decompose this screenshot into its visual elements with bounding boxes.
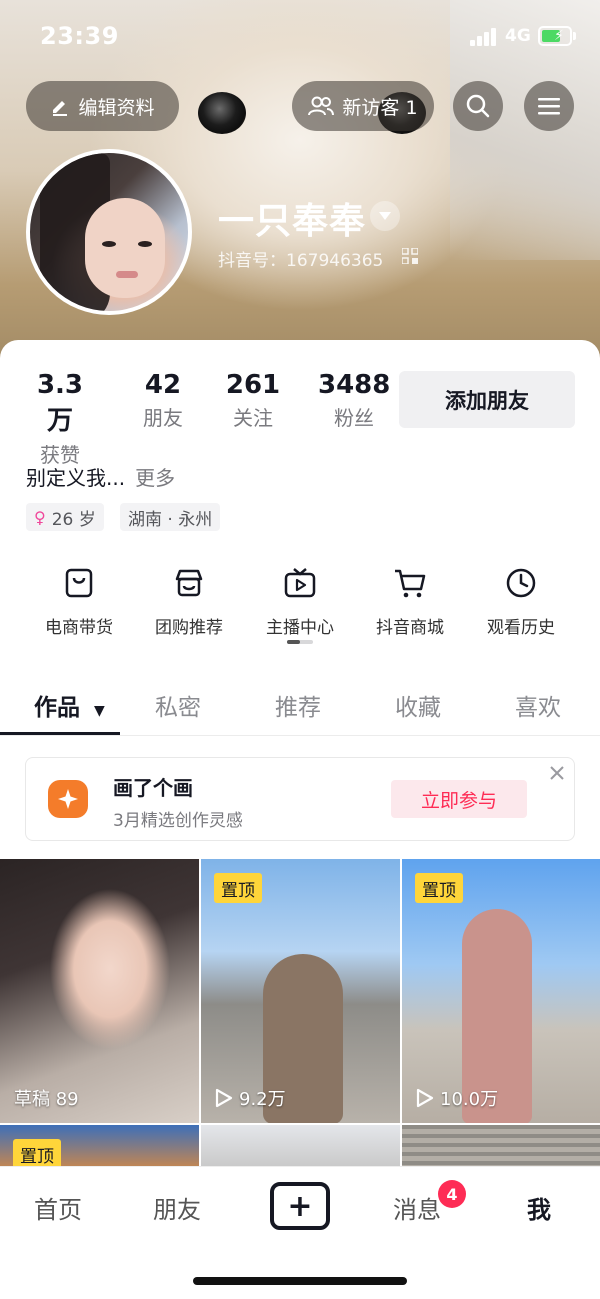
douyin-id: 抖音号：167946365 — [218, 251, 384, 271]
stat-friends[interactable]: 42 朋友 — [133, 370, 193, 431]
content-tabs: 作品 ▼ 私密 推荐 收藏 喜欢 — [0, 678, 600, 736]
promo-title: 画了个画 — [113, 776, 193, 800]
stat-likes[interactable]: 3.3万 获赞 — [24, 370, 96, 468]
draft-label: 草稿 89 — [14, 1089, 79, 1110]
battery-tip — [573, 32, 576, 40]
search-button[interactable] — [453, 81, 503, 131]
messages-badge: 4 — [438, 1180, 466, 1208]
nav-me[interactable]: 我 — [527, 1190, 551, 1225]
bag-icon — [65, 568, 93, 598]
service-watch-history[interactable]: 观看历史 — [466, 565, 576, 638]
video-thumbnail[interactable]: 草稿 89 — [0, 859, 199, 1123]
profile-name: 一只奉奉 — [218, 201, 367, 242]
video-thumbnail[interactable]: 置顶 10.0万 — [402, 859, 600, 1123]
location-text: 湖南 · 永州 — [128, 509, 213, 530]
video-thumbnail[interactable]: 置顶 9.2万 — [201, 859, 400, 1123]
tab-favorites[interactable]: 收藏 — [395, 688, 441, 722]
create-button[interactable]: + — [270, 1182, 330, 1230]
caret-down-icon: ▼ — [94, 703, 105, 719]
edit-profile-label: 编辑资料 — [78, 96, 155, 119]
service-label: 主播中心 — [266, 618, 334, 638]
video-thumbnail[interactable]: 置顶 — [0, 1125, 199, 1167]
join-now-button[interactable]: 立即参与 — [391, 780, 527, 818]
play-count: 10.0万 — [416, 1085, 498, 1111]
tab-likes[interactable]: 喜欢 — [515, 688, 561, 722]
visitors-icon — [308, 96, 335, 116]
pinned-badge: 置顶 — [214, 873, 262, 903]
new-visitors-button[interactable]: 新访客 1 — [292, 81, 434, 131]
tab-recommend[interactable]: 推荐 — [275, 688, 321, 722]
tab-private[interactable]: 私密 — [155, 688, 201, 722]
video-thumbnail[interactable] — [201, 1125, 400, 1167]
nav-friends[interactable]: 朋友 — [153, 1190, 201, 1225]
stat-value: 3488 — [318, 370, 391, 400]
stat-followers[interactable]: 3488 粉丝 — [318, 370, 390, 431]
pinned-badge: 置顶 — [415, 873, 463, 903]
close-icon[interactable] — [548, 764, 566, 782]
services-page-indicator — [287, 640, 313, 644]
stat-label: 朋友 — [143, 406, 183, 430]
home-indicator — [193, 1277, 407, 1285]
cart-icon — [395, 569, 426, 598]
service-label: 抖音商城 — [376, 618, 444, 638]
avatar[interactable] — [26, 149, 192, 315]
plus-icon: + — [287, 1188, 313, 1224]
stat-value: 3.3万 — [36, 370, 84, 436]
promo-subtitle: 3月精选创作灵感 — [113, 811, 243, 831]
stat-label: 粉丝 — [334, 406, 374, 430]
bio-more-link[interactable]: 更多 — [135, 466, 175, 490]
service-label: 观看历史 — [487, 618, 555, 638]
age-text: 26 岁 — [51, 509, 96, 530]
pinned-badge: 置顶 — [13, 1139, 61, 1167]
pencil-icon — [53, 101, 68, 116]
qr-code-icon[interactable] — [402, 248, 418, 264]
service-label: 电商带货 — [45, 618, 113, 638]
tv-icon — [284, 568, 316, 598]
stat-following[interactable]: 261 关注 — [223, 370, 283, 431]
tab-label: 作品 — [34, 695, 80, 721]
play-icon — [215, 1088, 233, 1108]
clock-icon — [506, 568, 536, 598]
new-visitors-label: 新访客 1 — [342, 96, 418, 119]
account-switch-button[interactable] — [370, 201, 400, 231]
battery-icon: ⚡ — [538, 26, 572, 46]
female-icon: ♀ — [34, 507, 46, 527]
sparkle-icon — [58, 789, 78, 809]
signal-icon — [470, 28, 498, 46]
bio[interactable]: 别定义我... 更多 — [26, 462, 175, 491]
location-tag: 湖南 · 永州 — [120, 503, 221, 531]
tab-works[interactable]: 作品 ▼ — [34, 688, 105, 722]
cover-dog-eye-left — [198, 92, 246, 134]
service-douyin-mall[interactable]: 抖音商城 — [355, 565, 465, 638]
active-tab-indicator — [0, 732, 120, 735]
menu-icon — [538, 98, 560, 115]
age-tag: ♀ 26 岁 — [26, 503, 104, 531]
add-friend-button[interactable]: 添加朋友 — [399, 371, 575, 428]
stat-value: 261 — [225, 370, 281, 400]
chevron-down-icon — [379, 212, 391, 220]
bio-text: 别定义我... — [26, 466, 126, 490]
promo-icon — [48, 780, 88, 818]
nav-messages[interactable]: 消息 — [393, 1190, 441, 1225]
play-count: 9.2万 — [215, 1085, 286, 1111]
service-group-buy[interactable]: 团购推荐 — [134, 565, 244, 638]
stat-label: 关注 — [233, 406, 273, 430]
service-streamer-center[interactable]: 主播中心 — [245, 565, 355, 638]
edit-profile-button[interactable]: 编辑资料 — [26, 81, 179, 131]
stat-value: 42 — [144, 370, 182, 400]
shop-icon — [175, 569, 203, 597]
service-label: 团购推荐 — [155, 618, 223, 638]
promo-card[interactable]: 画了个画 3月精选创作灵感 立即参与 — [25, 757, 575, 841]
status-time: 23:39 — [40, 22, 119, 50]
nav-home[interactable]: 首页 — [34, 1190, 82, 1225]
play-icon — [416, 1088, 434, 1108]
status-bar: 23:39 4G ⚡ — [0, 0, 600, 72]
network-type: 4G — [505, 26, 531, 46]
video-thumbnail[interactable] — [402, 1125, 600, 1167]
search-icon — [466, 94, 490, 118]
menu-button[interactable] — [524, 81, 574, 131]
service-ecommerce[interactable]: 电商带货 — [24, 565, 134, 638]
